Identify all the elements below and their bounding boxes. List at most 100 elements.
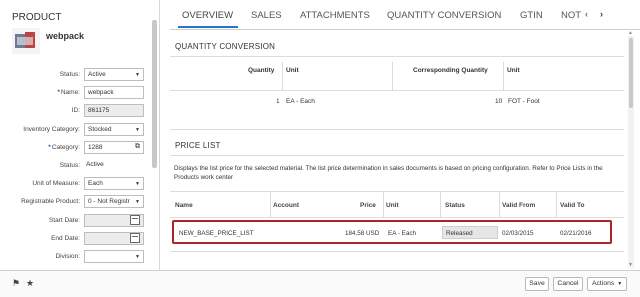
category-input[interactable]: 1288 ⧉ <box>84 140 144 154</box>
registrable-product-select[interactable]: 0 - Not Registr ▼ <box>84 195 144 209</box>
column-divider <box>392 62 393 90</box>
field-status: Status: Active ▼ <box>0 66 150 84</box>
product-thumbnail[interactable] <box>12 28 40 54</box>
field-inventory-category: Inventory Category: Stocked ▼ <box>0 121 150 139</box>
field-label: Status: <box>59 161 80 169</box>
cell-corresponding-quantity: 10 <box>495 98 503 105</box>
chevron-down-icon: ▼ <box>135 181 140 188</box>
price-description: Displays the list price for the selected… <box>174 165 603 181</box>
field-label: Status: <box>59 71 80 78</box>
col-header-valid-to: Valid To <box>560 202 585 209</box>
column-divider <box>440 191 441 217</box>
field-registrable-product: Registrable Product: 0 - Not Registr ▼ <box>0 193 150 211</box>
col-header-valid-from: Valid From <box>502 202 536 209</box>
product-name: webpack <box>46 31 85 41</box>
tab-attachments[interactable]: ATTACHMENTS <box>300 10 370 21</box>
field-division: Division: ▼ <box>0 248 150 266</box>
tab-overview[interactable]: OVERVIEW <box>182 10 233 21</box>
chevron-down-icon: ▼ <box>617 281 623 287</box>
product-fields: Status: Active ▼ *Name: webpack ID: 86117… <box>0 66 150 266</box>
unit-of-measure-select[interactable]: Each ▼ <box>84 177 144 191</box>
divider <box>170 155 624 156</box>
chevron-down-icon: ▼ <box>135 126 140 133</box>
star-icon[interactable]: ★ <box>26 278 34 289</box>
cancel-button[interactable]: Cancel <box>553 277 583 291</box>
chevron-down-icon: ▼ <box>135 253 140 260</box>
chevron-down-icon: ▼ <box>135 199 140 206</box>
field-name: *Name: webpack <box>0 84 150 102</box>
field-end-date: End Date: <box>0 230 150 248</box>
col-header-price: Price <box>360 202 376 209</box>
divider <box>170 129 624 130</box>
col-header-name: Name <box>175 202 193 209</box>
divider <box>170 56 624 57</box>
product-panel: PRODUCT webpack Status: Active ▼ *Name: w… <box>0 0 160 270</box>
field-label: End Date: <box>51 234 80 242</box>
tab-not[interactable]: NOT <box>561 10 581 21</box>
chevron-down-icon: ▼ <box>135 72 140 78</box>
field-status-text: Status: Active <box>0 157 150 175</box>
highlighted-price-row[interactable] <box>172 220 612 244</box>
footer-bar: ⚑ ★ Save Cancel Actions ▼ <box>0 270 640 297</box>
required-marker: * <box>48 143 51 151</box>
col-header-unit: Unit <box>286 67 299 74</box>
field-label: ID: <box>71 107 80 115</box>
main-content: QUANTITY CONVERSION Quantity Unit Corres… <box>170 31 624 271</box>
col-header-unit: Unit <box>386 202 399 209</box>
status-value: Active <box>86 160 104 168</box>
actions-button[interactable]: Actions ▼ <box>587 277 627 291</box>
field-unit-of-measure: Unit of Measure: Each ▼ <box>0 175 150 193</box>
tab-gtin[interactable]: GTIN <box>520 10 543 21</box>
column-divider <box>383 191 384 217</box>
required-marker: * <box>57 89 60 97</box>
column-divider <box>499 191 500 217</box>
divider <box>170 251 624 252</box>
tab-bar: OVERVIEW SALES ATTACHMENTS QUANTITY CONV… <box>170 0 640 30</box>
calendar-icon[interactable] <box>130 232 140 243</box>
flag-icon[interactable]: ⚑ <box>12 278 20 289</box>
column-divider <box>282 62 283 90</box>
tab-sales[interactable]: SALES <box>251 10 282 21</box>
field-label: *Name: <box>57 89 80 97</box>
cell-quantity: 1 <box>276 98 280 105</box>
divider <box>170 217 624 218</box>
field-label: Unit of Measure: <box>32 180 80 188</box>
cell-unit: EA - Each <box>286 98 315 105</box>
active-tab-indicator <box>178 26 238 28</box>
field-label: Inventory Category: <box>23 125 80 133</box>
main-scrollbar[interactable] <box>628 36 634 268</box>
tab-quantity-conversion[interactable]: QUANTITY CONVERSION <box>387 10 501 21</box>
field-label: *Category: <box>48 143 80 151</box>
col-header-status: Status <box>445 202 465 209</box>
field-label: Division: <box>55 252 80 260</box>
column-divider <box>270 191 271 217</box>
scrollbar-thumb[interactable] <box>629 38 633 108</box>
id-field: 861175 <box>84 104 144 118</box>
field-category: *Category: 1288 ⧉ <box>0 139 150 157</box>
column-divider <box>556 191 557 217</box>
calendar-icon[interactable] <box>130 214 140 225</box>
cell-unit-2: FOT - Foot <box>508 98 540 105</box>
col-header-corresponding-quantity: Corresponding Quantity <box>413 67 488 74</box>
field-id: ID: 861175 <box>0 102 150 120</box>
column-divider <box>503 62 504 90</box>
chevron-right-icon[interactable]: › <box>600 9 603 19</box>
division-select[interactable]: ▼ <box>84 249 144 263</box>
quantity-section-title: QUANTITY CONVERSION <box>175 42 276 51</box>
save-button[interactable]: Save <box>525 277 549 291</box>
left-scrollbar[interactable] <box>152 20 157 168</box>
col-header-quantity: Quantity <box>248 67 275 74</box>
inventory-category-select[interactable]: Stocked ▼ <box>84 122 144 136</box>
divider <box>170 90 624 91</box>
scroll-down-icon[interactable]: ▼ <box>628 262 633 268</box>
chevron-left-icon[interactable]: ‹ <box>585 9 588 19</box>
field-start-date: Start Date: <box>0 212 150 230</box>
price-section-title: PRICE LIST <box>175 141 221 150</box>
name-input[interactable]: webpack <box>84 86 144 100</box>
panel-heading: PRODUCT <box>12 12 62 23</box>
status-select[interactable]: Active ▼ <box>84 68 144 81</box>
col-header-unit-2: Unit <box>507 67 520 74</box>
field-label: Registrable Product: <box>21 198 80 206</box>
lookup-icon[interactable]: ⧉ <box>135 143 140 151</box>
col-header-account: Account <box>273 202 299 209</box>
